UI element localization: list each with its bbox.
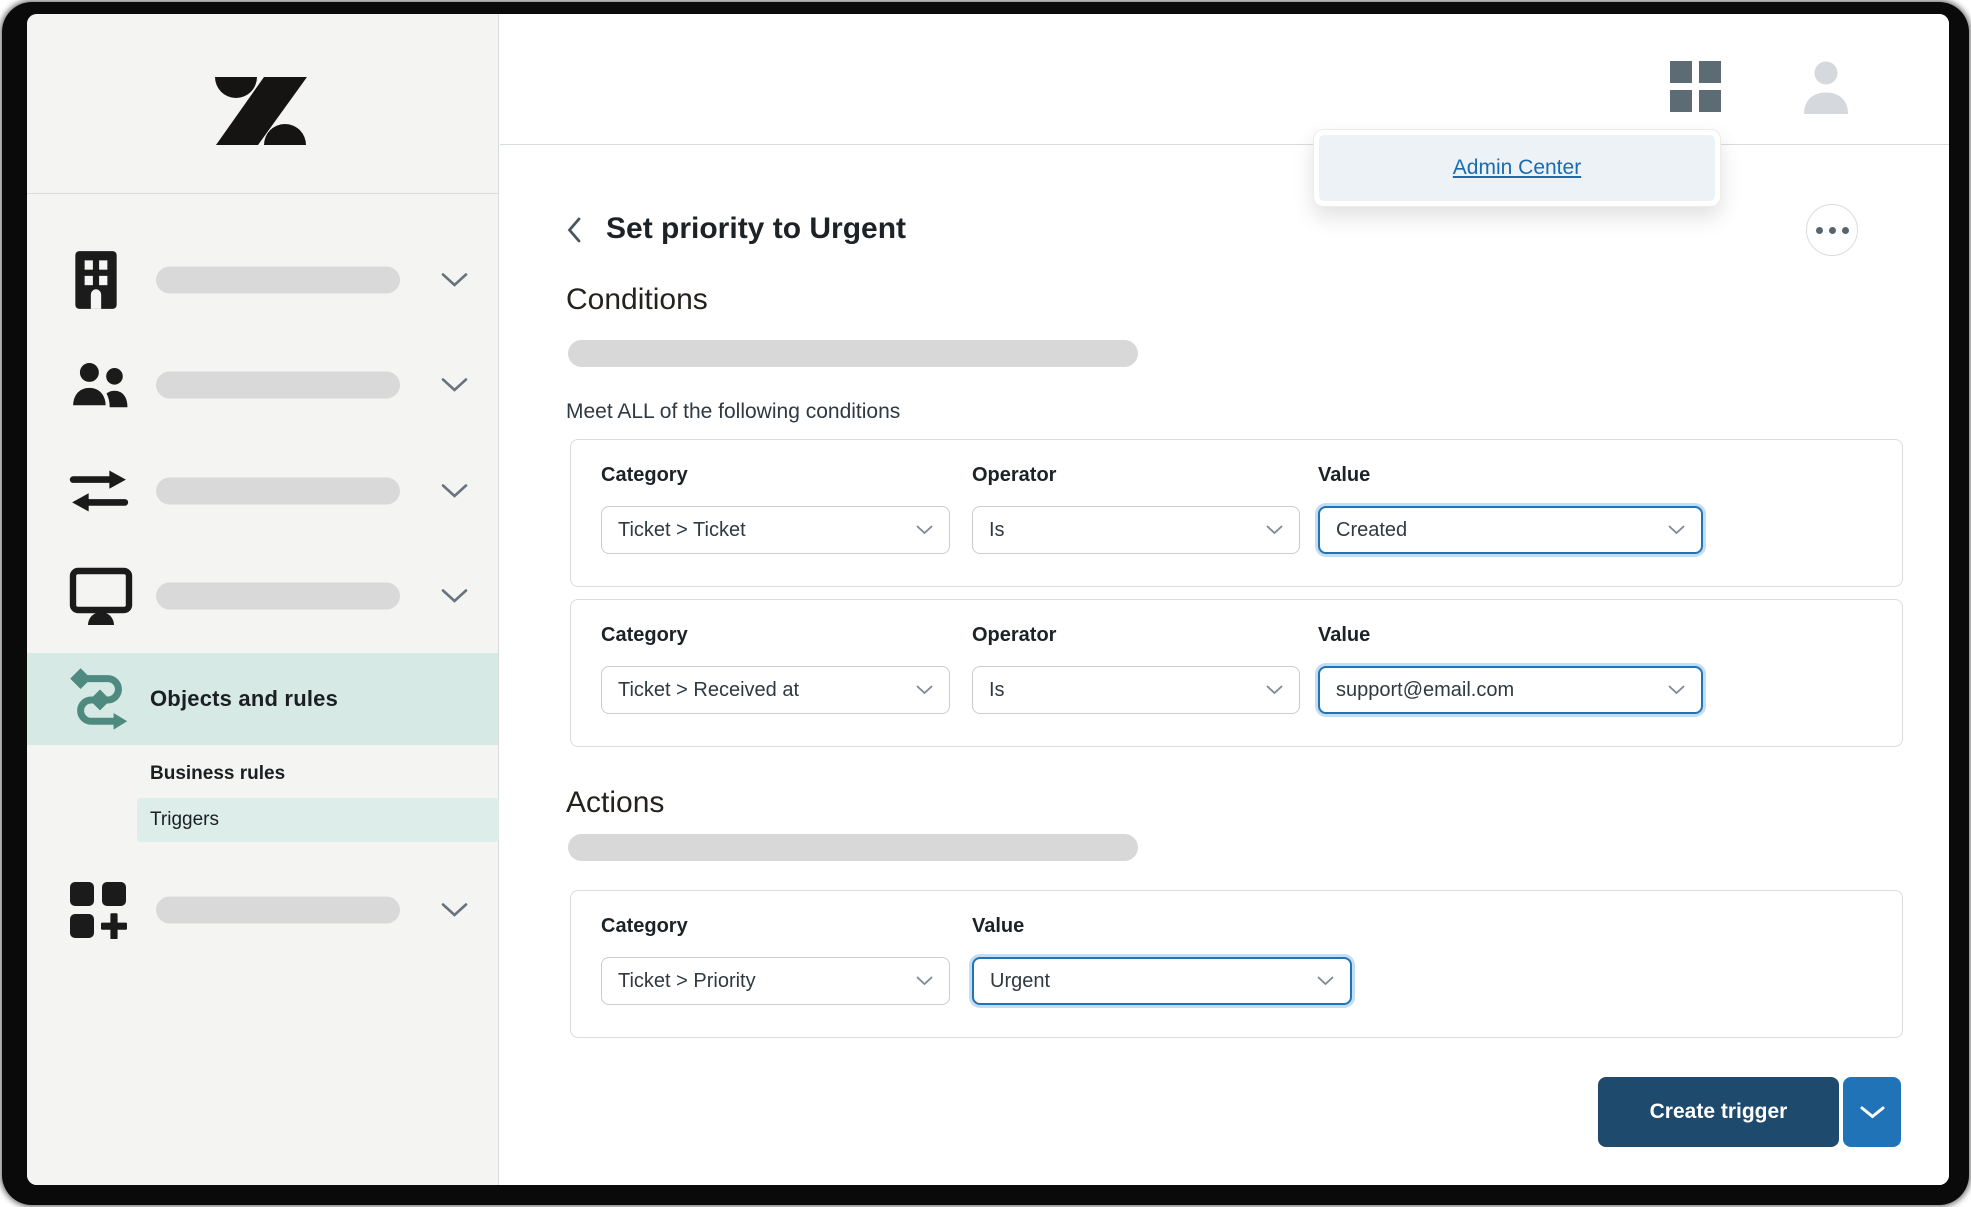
chevron-down-icon xyxy=(1317,976,1334,986)
chevron-down-icon xyxy=(1266,685,1283,695)
kebab-icon xyxy=(1815,226,1823,234)
category-label: Category xyxy=(601,624,688,646)
nav-label-placeholder xyxy=(156,266,400,294)
category-select[interactable]: Ticket > Ticket xyxy=(601,506,950,554)
conditions-subheading: Meet ALL of the following conditions xyxy=(566,400,901,423)
select-value: Urgent xyxy=(990,969,1051,992)
chevron-down-icon xyxy=(1668,525,1685,535)
window-frame: Objects and rules Business rules Trigger… xyxy=(2,2,1969,1205)
monitor-icon xyxy=(69,567,133,625)
sidebar-item-label: Objects and rules xyxy=(150,686,339,711)
conditions-heading: Conditions xyxy=(566,283,708,316)
main-area: Admin Center Set priority to Urgent Cond… xyxy=(500,14,1949,1185)
page-title: Set priority to Urgent xyxy=(606,212,907,245)
transfer-arrows-icon xyxy=(69,465,129,517)
chevron-down-icon xyxy=(441,273,468,288)
category-select[interactable]: Ticket > Priority xyxy=(601,957,950,1005)
select-value: Ticket > Ticket xyxy=(618,518,746,541)
condition-card: Category Operator Value Ticket > Receive… xyxy=(570,599,1903,747)
category-label: Category xyxy=(601,915,688,937)
chevron-down-icon xyxy=(1860,1106,1884,1118)
building-icon xyxy=(69,249,123,311)
chevron-down-icon xyxy=(916,685,933,695)
sidebar-item-people[interactable] xyxy=(27,351,498,419)
sidebar-item-apps[interactable] xyxy=(27,876,498,944)
avatar-icon[interactable] xyxy=(1801,59,1851,114)
sidebar-item-label: Triggers xyxy=(150,809,219,830)
nav-label-placeholder xyxy=(156,582,400,610)
operator-label: Operator xyxy=(972,624,1057,646)
kebab-icon xyxy=(1828,226,1836,234)
apps-plus-icon xyxy=(69,881,127,940)
kebab-icon xyxy=(1841,226,1849,234)
chevron-down-icon xyxy=(441,484,468,499)
nav-label-placeholder xyxy=(156,896,400,924)
select-value: Is xyxy=(989,678,1005,701)
sidebar-item-objects-and-rules[interactable]: Objects and rules xyxy=(27,653,498,745)
select-value: Is xyxy=(989,518,1005,541)
select-value: Created xyxy=(1336,518,1408,541)
select-value: support@email.com xyxy=(1336,678,1515,701)
sidebar-item-business-rules[interactable]: Business rules xyxy=(150,763,285,785)
sidebar-item-data[interactable] xyxy=(27,457,498,525)
condition-card: Category Operator Value Ticket > Ticket … xyxy=(570,439,1903,587)
category-select[interactable]: Ticket > Received at xyxy=(601,666,950,714)
text-placeholder-bar xyxy=(568,834,1138,861)
zendesk-admin-app: Objects and rules Business rules Trigger… xyxy=(27,14,1949,1185)
value-select[interactable]: Urgent xyxy=(972,957,1352,1005)
create-trigger-split-button: Create trigger xyxy=(1598,1077,1901,1147)
admin-center-link[interactable]: Admin Center xyxy=(1453,156,1581,180)
chevron-down-icon xyxy=(916,525,933,535)
value-label: Value xyxy=(1318,464,1371,486)
select-value: Ticket > Received at xyxy=(618,678,800,701)
chevron-down-icon xyxy=(441,378,468,393)
category-label: Category xyxy=(601,464,688,486)
admin-center-popover: Admin Center xyxy=(1313,129,1721,207)
workflow-path-icon xyxy=(67,667,133,731)
select-value: Ticket > Priority xyxy=(618,969,756,992)
chevron-down-icon xyxy=(1668,685,1685,695)
chevron-down-icon xyxy=(916,976,933,986)
text-placeholder-bar xyxy=(568,340,1138,367)
nav-label-placeholder xyxy=(156,371,400,399)
grid-icon[interactable] xyxy=(1670,61,1721,112)
operator-select[interactable]: Is xyxy=(972,506,1300,554)
sidebar-item-account[interactable] xyxy=(27,246,498,314)
sidebar-item-triggers[interactable]: Triggers xyxy=(137,798,499,842)
chevron-down-icon xyxy=(441,903,468,918)
admin-center-popover-row[interactable]: Admin Center xyxy=(1319,135,1715,201)
sidebar-logo-area xyxy=(27,14,498,194)
value-label: Value xyxy=(1318,624,1371,646)
operator-label: Operator xyxy=(972,464,1057,486)
create-trigger-button[interactable]: Create trigger xyxy=(1598,1077,1839,1147)
value-select[interactable]: Created xyxy=(1318,506,1703,554)
overflow-menu-button[interactable] xyxy=(1806,204,1858,256)
actions-heading: Actions xyxy=(566,786,665,819)
chevron-down-icon xyxy=(441,589,468,604)
sidebar-item-channels[interactable] xyxy=(27,562,498,630)
value-label: Value xyxy=(972,915,1025,937)
top-header xyxy=(500,14,1949,145)
back-chevron-icon[interactable] xyxy=(566,217,588,243)
action-card: Category Value Ticket > Priority Urgent xyxy=(570,890,1903,1038)
zendesk-logo-icon xyxy=(215,77,307,145)
value-select[interactable]: support@email.com xyxy=(1318,666,1703,714)
chevron-down-icon xyxy=(1266,525,1283,535)
people-icon xyxy=(69,357,131,413)
sidebar: Objects and rules Business rules Trigger… xyxy=(27,14,499,1185)
operator-select[interactable]: Is xyxy=(972,666,1300,714)
nav-label-placeholder xyxy=(156,477,400,505)
screenshot-stage: Objects and rules Business rules Trigger… xyxy=(0,0,1971,1207)
create-trigger-dropdown-button[interactable] xyxy=(1843,1077,1901,1147)
